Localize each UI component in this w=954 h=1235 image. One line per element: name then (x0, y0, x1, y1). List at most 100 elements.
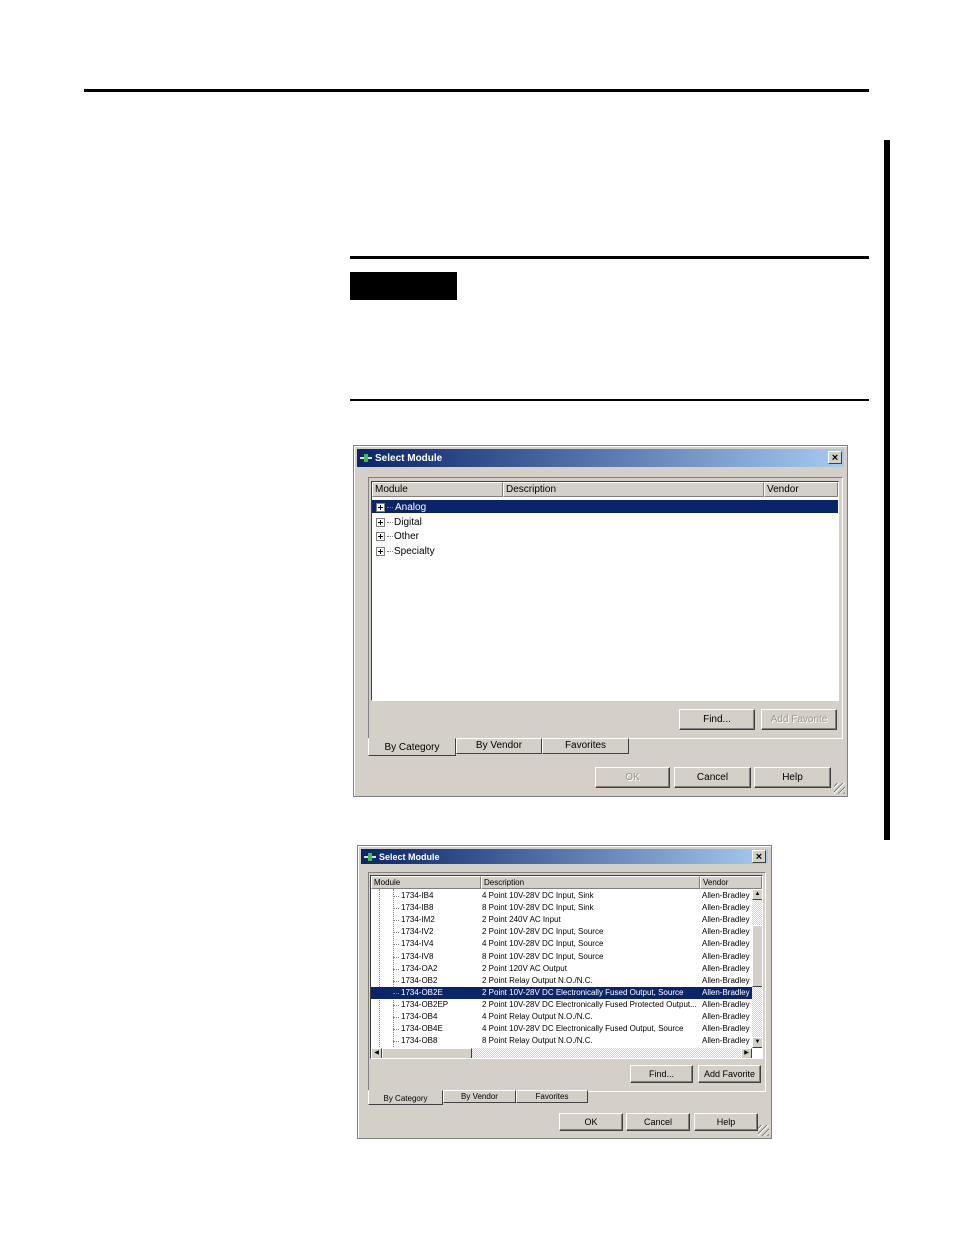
table-row[interactable]: 1734-OB2EP 2 Point 10V-28V DC Electronica… (371, 999, 752, 1011)
module-cell: 1734-OB2E (371, 986, 479, 999)
description-cell: 2 Point 10V-28V DC Electronically Fused … (479, 986, 700, 999)
module-list[interactable]: Module Description Vendor 1734-IB4 4 Poin… (370, 875, 763, 1059)
description-cell: 4 Point Relay Output N.O./N.C. (482, 1012, 593, 1021)
dialog-title-bar: Select Module × (357, 449, 844, 467)
table-row[interactable]: 1734-OB2 2 Point Relay Output N.O./N.C. Al… (371, 975, 752, 987)
tree-item-analog[interactable]: Analog (376, 500, 428, 514)
scroll-up-button[interactable]: ▲ (752, 889, 762, 900)
close-icon: × (831, 452, 839, 464)
tree-item-label: Analog (394, 501, 428, 513)
table-row[interactable]: 1734-OB8 8 Point Relay Output N.O./N.C. Al… (371, 1035, 752, 1047)
vendor-cell: Allen-Bradley (702, 903, 750, 913)
right-margin-bar (884, 140, 890, 840)
module-cell: 1734-IB8 (371, 902, 479, 914)
vendor-cell: Allen-Bradley (702, 1036, 750, 1046)
tree-item-digital[interactable]: Digital (376, 515, 422, 529)
select-module-dialog-expanded: Select Module × Module Description Vendo… (357, 845, 772, 1139)
column-header-description[interactable]: Description (481, 876, 700, 889)
column-header-vendor[interactable]: Vendor (764, 482, 838, 497)
column-header-vendor[interactable]: Vendor (700, 876, 762, 889)
note-label-box (350, 272, 457, 300)
module-cell: 1734-IV8 (371, 951, 479, 963)
tab-favorites[interactable]: Favorites (516, 1090, 588, 1103)
vendor-cell: Allen-Bradley (702, 891, 750, 900)
description-cell: 4 Point 10V-28V DC Input, Sink (482, 891, 594, 900)
help-button[interactable]: Help (694, 1113, 758, 1131)
scroll-left-button[interactable]: ◀ (371, 1048, 382, 1058)
add-favorite-button[interactable]: Add Favorite (761, 709, 837, 730)
module-cell: 1734-OA2 (371, 963, 479, 975)
expand-icon[interactable] (376, 502, 385, 512)
table-row[interactable]: 1734-IV4 4 Point 10V-28V DC Input, Source… (371, 938, 752, 950)
note-top-rule (350, 256, 869, 259)
table-row[interactable]: 1734-IV8 8 Point 10V-28V DC Input, Source… (371, 951, 752, 963)
module-cell: 1734-IB4 (371, 890, 479, 902)
table-row[interactable]: 1734-OA2 2 Point 120V AC Output Allen-Brad… (371, 963, 752, 975)
vendor-cell: Allen-Bradley (702, 999, 750, 1009)
find-button[interactable]: Find... (630, 1065, 693, 1083)
table-row[interactable]: 1734-IB4 4 Point 10V-28V DC Input, Sink Al… (371, 890, 752, 902)
resize-grip[interactable] (758, 1125, 769, 1136)
tab-by-vendor[interactable]: By Vendor (443, 1090, 516, 1103)
close-button[interactable]: × (752, 850, 766, 863)
help-button[interactable]: Help (754, 767, 831, 788)
close-icon: × (755, 851, 763, 863)
column-header-module[interactable]: Module (372, 482, 503, 497)
tab-by-category[interactable]: By Category (368, 738, 456, 756)
expand-icon[interactable] (376, 517, 385, 527)
expand-icon[interactable] (376, 546, 385, 556)
table-row[interactable]: 1734-OB2E 2 Point 10V-28V DC Electronical… (371, 986, 752, 999)
column-header-module[interactable]: Module (371, 876, 481, 889)
vendor-cell: Allen-Bradley (702, 963, 750, 973)
scroll-horizontal-thumb[interactable] (382, 1048, 472, 1058)
table-row[interactable]: 1734-IM2 2 Point 240V AC Input Allen-Bradl… (371, 914, 752, 926)
vendor-cell: Allen-Bradley (702, 927, 750, 937)
close-button[interactable]: × (828, 451, 842, 464)
description-cell: 2 Point 120V AC Output (482, 963, 567, 973)
description-cell: 2 Point 240V AC Input (482, 915, 561, 925)
description-cell: 2 Point 10V-28V DC Input, Source (482, 927, 604, 937)
vendor-cell: Allen-Bradley (702, 1012, 750, 1021)
arrow-down-icon: ▼ (754, 1039, 761, 1045)
column-header-description[interactable]: Description (503, 482, 764, 497)
table-row[interactable]: 1734-OB4E 4 Point 10V-28V DC Electronical… (371, 1023, 752, 1035)
table-row[interactable]: 1734-IV2 2 Point 10V-28V DC Input, Source… (371, 926, 752, 938)
cancel-button[interactable]: Cancel (674, 767, 751, 788)
vendor-cell: Allen-Bradley (702, 915, 750, 925)
table-row[interactable]: 1734-IB8 8 Point 10V-28V DC Input, Sink Al… (371, 902, 752, 914)
ok-button[interactable]: OK (559, 1113, 623, 1131)
module-cell: 1734-OB2 (371, 975, 479, 987)
table-row[interactable]: 1734-OB4 4 Point Relay Output N.O./N.C. Al… (371, 1011, 752, 1023)
vendor-cell: Allen-Bradley (702, 951, 750, 961)
tree-item-label: Other (394, 530, 420, 542)
tree-row-selection (372, 500, 838, 513)
find-button[interactable]: Find... (679, 709, 755, 730)
vendor-cell: Allen-Bradley (702, 1024, 750, 1034)
vertical-scrollbar[interactable]: ▲ ▼ (752, 889, 762, 1048)
tree-item-specialty[interactable]: Specialty (376, 544, 435, 558)
add-favorite-button[interactable]: Add Favorite (698, 1065, 761, 1083)
vendor-cell: Allen-Bradley (700, 986, 752, 999)
tab-by-category[interactable]: By Category (368, 1090, 443, 1105)
description-cell: 4 Point 10V-28V DC Input, Source (482, 939, 604, 949)
ok-button[interactable]: OK (595, 767, 670, 788)
scroll-thumb[interactable] (752, 925, 762, 987)
cancel-button[interactable]: Cancel (626, 1113, 690, 1131)
expand-icon[interactable] (376, 531, 385, 541)
description-cell: 8 Point 10V-28V DC Input, Sink (482, 903, 594, 913)
module-tree-list[interactable]: Module Description Vendor Analog Digital… (371, 481, 839, 701)
scroll-right-button[interactable]: ▶ (741, 1048, 752, 1058)
tree-item-other[interactable]: Other (376, 529, 419, 543)
tab-by-vendor[interactable]: By Vendor (456, 738, 542, 754)
resize-grip[interactable] (834, 783, 845, 794)
module-cell: 1734-OB2EP (371, 999, 479, 1011)
dialog-title-bar: Select Module × (361, 849, 768, 864)
scroll-down-button[interactable]: ▼ (752, 1037, 762, 1048)
top-rule (84, 89, 869, 92)
module-cell: 1734-IV4 (371, 938, 479, 950)
horizontal-scrollbar[interactable]: ◀ ▶ (371, 1048, 752, 1058)
module-app-icon (364, 852, 376, 862)
vendor-cell: Allen-Bradley (702, 975, 750, 985)
tab-favorites[interactable]: Favorites (542, 738, 629, 754)
dialog-title: Select Module (379, 851, 440, 862)
